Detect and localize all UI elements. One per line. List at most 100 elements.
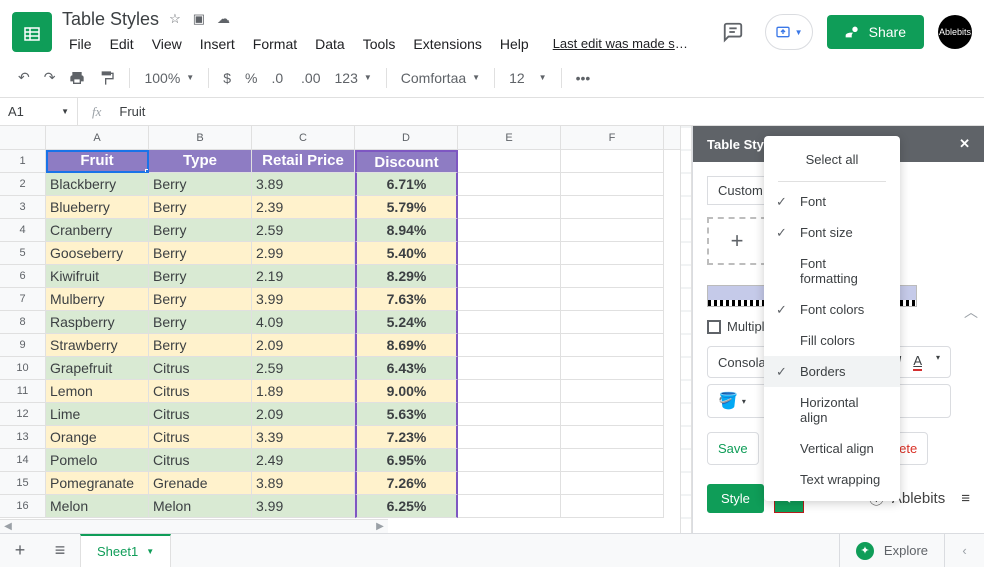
cell[interactable]: 3.89 bbox=[252, 472, 355, 495]
menu-file[interactable]: File bbox=[62, 32, 99, 56]
cell[interactable]: 2.59 bbox=[252, 219, 355, 242]
save-button[interactable]: Save bbox=[707, 432, 759, 465]
cell[interactable] bbox=[458, 265, 561, 288]
close-icon[interactable]: ✕ bbox=[959, 136, 970, 152]
cell[interactable] bbox=[458, 311, 561, 334]
cell[interactable]: Blackberry bbox=[46, 173, 149, 196]
row-header[interactable]: 15 bbox=[0, 472, 46, 495]
cell[interactable] bbox=[458, 288, 561, 311]
formula-input[interactable]: Fruit bbox=[115, 104, 984, 119]
scroll-right-icon[interactable]: ▶ bbox=[372, 521, 388, 532]
cell[interactable]: 7.63% bbox=[355, 288, 458, 311]
text-color-button[interactable]: A bbox=[913, 353, 922, 371]
menu-option-fill-colors[interactable]: Fill colors bbox=[764, 325, 900, 356]
cell[interactable]: Citrus bbox=[149, 357, 252, 380]
style-preview-1[interactable] bbox=[707, 285, 767, 307]
cell[interactable] bbox=[561, 242, 664, 265]
user-avatar[interactable]: Ablebits bbox=[938, 15, 972, 49]
cell[interactable]: 2.09 bbox=[252, 334, 355, 357]
cell[interactable]: Blueberry bbox=[46, 196, 149, 219]
cell[interactable]: Strawberry bbox=[46, 334, 149, 357]
col-header-E[interactable]: E bbox=[458, 126, 561, 149]
cell[interactable]: 3.99 bbox=[252, 288, 355, 311]
menu-tools[interactable]: Tools bbox=[356, 32, 403, 56]
menu-option-text-wrapping[interactable]: Text wrapping bbox=[764, 464, 900, 495]
cell[interactable] bbox=[561, 334, 664, 357]
present-button[interactable]: ▼ bbox=[765, 14, 813, 50]
more-toolbar-button[interactable]: ••• bbox=[570, 66, 597, 90]
row-header[interactable]: 8 bbox=[0, 311, 46, 334]
cell[interactable] bbox=[561, 150, 664, 173]
cell[interactable]: Berry bbox=[149, 196, 252, 219]
menu-extensions[interactable]: Extensions bbox=[406, 32, 488, 56]
cell[interactable]: 4.09 bbox=[252, 311, 355, 334]
cell[interactable] bbox=[561, 288, 664, 311]
currency-button[interactable]: $ bbox=[217, 66, 237, 90]
cell[interactable]: Melon bbox=[149, 495, 252, 518]
print-button[interactable] bbox=[63, 66, 91, 90]
cell[interactable]: Berry bbox=[149, 242, 252, 265]
cell[interactable]: 2.49 bbox=[252, 449, 355, 472]
row-header[interactable]: 1 bbox=[0, 150, 46, 173]
cell[interactable]: 2.99 bbox=[252, 242, 355, 265]
menu-option-vertical-align[interactable]: Vertical align bbox=[764, 433, 900, 464]
increase-decimal-button[interactable]: .00 bbox=[295, 66, 326, 90]
horizontal-scrollbar[interactable]: ◀ ▶ bbox=[0, 519, 388, 533]
row-header[interactable]: 10 bbox=[0, 357, 46, 380]
cell[interactable] bbox=[458, 219, 561, 242]
explore-button[interactable]: ✦ Explore bbox=[839, 534, 944, 567]
cell[interactable] bbox=[561, 472, 664, 495]
cell[interactable]: Citrus bbox=[149, 403, 252, 426]
redo-button[interactable]: ↷ bbox=[38, 65, 62, 90]
cell[interactable] bbox=[561, 311, 664, 334]
cell[interactable] bbox=[561, 403, 664, 426]
cell[interactable]: Raspberry bbox=[46, 311, 149, 334]
menu-help[interactable]: Help bbox=[493, 32, 536, 56]
cell[interactable] bbox=[561, 495, 664, 518]
row-header[interactable]: 16 bbox=[0, 495, 46, 518]
select-all-option[interactable]: Select all bbox=[764, 142, 900, 177]
cell[interactable]: Citrus bbox=[149, 426, 252, 449]
cell[interactable] bbox=[561, 426, 664, 449]
cell[interactable] bbox=[458, 196, 561, 219]
cell[interactable]: 6.25% bbox=[355, 495, 458, 518]
menu-option-borders[interactable]: Borders bbox=[764, 356, 900, 387]
cell[interactable] bbox=[458, 357, 561, 380]
cell[interactable]: 2.59 bbox=[252, 357, 355, 380]
cell[interactable] bbox=[458, 472, 561, 495]
col-header-C[interactable]: C bbox=[252, 126, 355, 149]
menu-data[interactable]: Data bbox=[308, 32, 352, 56]
cell[interactable]: Berry bbox=[149, 265, 252, 288]
cell[interactable]: 2.19 bbox=[252, 265, 355, 288]
cell[interactable]: 6.43% bbox=[355, 357, 458, 380]
cell[interactable]: Retail Price bbox=[252, 150, 355, 173]
cell[interactable] bbox=[458, 403, 561, 426]
cell[interactable] bbox=[458, 449, 561, 472]
cell[interactable]: Fruit bbox=[46, 150, 149, 173]
cell[interactable]: 3.39 bbox=[252, 426, 355, 449]
all-sheets-button[interactable]: ≡ bbox=[40, 540, 80, 561]
cell[interactable]: 6.71% bbox=[355, 173, 458, 196]
cell[interactable]: 5.24% bbox=[355, 311, 458, 334]
add-template-button[interactable]: + bbox=[707, 217, 767, 265]
cell[interactable] bbox=[458, 380, 561, 403]
cell[interactable]: Cranberry bbox=[46, 219, 149, 242]
cell[interactable]: Gooseberry bbox=[46, 242, 149, 265]
cell[interactable]: Berry bbox=[149, 173, 252, 196]
cell[interactable]: 5.79% bbox=[355, 196, 458, 219]
menu-edit[interactable]: Edit bbox=[103, 32, 141, 56]
cell[interactable] bbox=[561, 449, 664, 472]
row-header[interactable]: 4 bbox=[0, 219, 46, 242]
vertical-scrollbar[interactable] bbox=[680, 126, 692, 533]
cell[interactable]: 5.40% bbox=[355, 242, 458, 265]
multiply-checkbox[interactable] bbox=[707, 320, 721, 334]
cell[interactable]: Lime bbox=[46, 403, 149, 426]
scroll-left-icon[interactable]: ◀ bbox=[0, 521, 16, 532]
percent-button[interactable]: % bbox=[239, 66, 263, 90]
cell[interactable]: 6.95% bbox=[355, 449, 458, 472]
undo-button[interactable]: ↶ bbox=[12, 65, 36, 90]
decrease-decimal-button[interactable]: .0 bbox=[265, 66, 293, 90]
cell[interactable] bbox=[458, 173, 561, 196]
cell[interactable]: Berry bbox=[149, 219, 252, 242]
cloud-icon[interactable]: ☁ bbox=[217, 11, 230, 27]
